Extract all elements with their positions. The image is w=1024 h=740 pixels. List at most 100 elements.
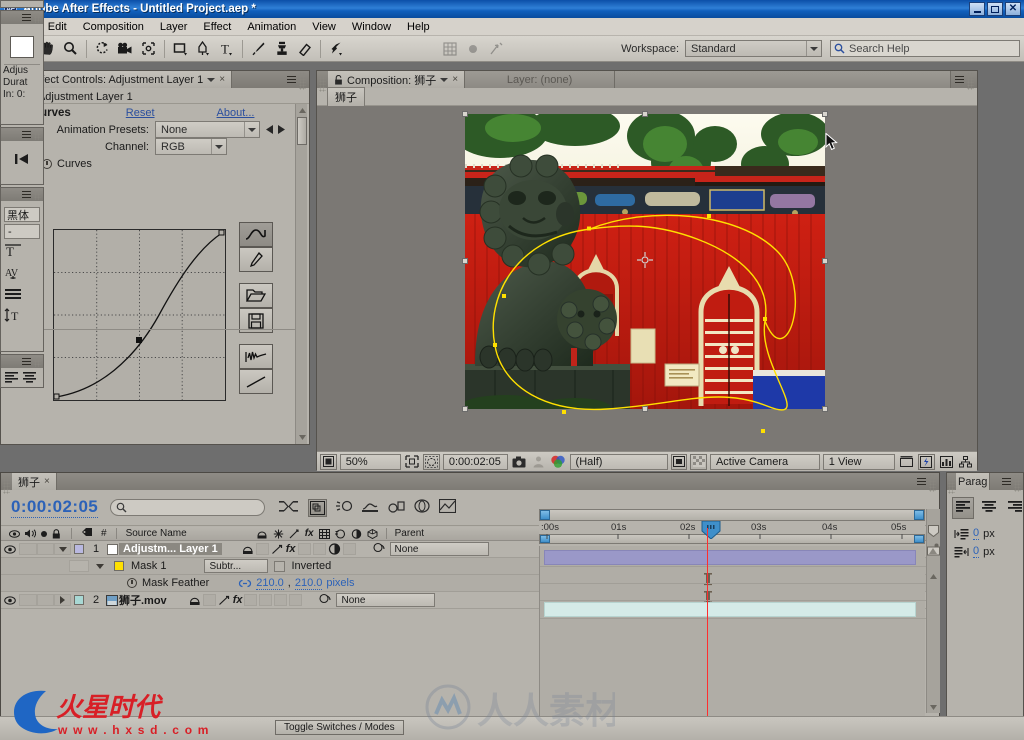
- menu-item-help[interactable]: Help: [399, 20, 438, 34]
- align-right-button[interactable]: [1004, 497, 1024, 519]
- animation-presets-select[interactable]: None: [155, 121, 260, 138]
- close-button[interactable]: ✕: [1005, 2, 1021, 16]
- layer-parent-select[interactable]: None: [336, 593, 436, 607]
- panel-menu-button[interactable]: [286, 75, 296, 84]
- playhead-line[interactable]: [707, 528, 708, 740]
- mask-inverted-checkbox[interactable]: [274, 560, 286, 572]
- graph-editor-icon[interactable]: [362, 499, 379, 516]
- panel-menu-button[interactable]: [954, 75, 964, 84]
- layer-audio-toggle[interactable]: [19, 594, 37, 606]
- toggle-transparency-icon[interactable]: [690, 453, 707, 470]
- menu-item-view[interactable]: View: [304, 20, 344, 34]
- mask-mode-select[interactable]: Subtr...: [204, 559, 269, 573]
- preview-panel-tabbar[interactable]: [1, 11, 43, 24]
- zoom-select[interactable]: 50%: [339, 453, 401, 470]
- toggle-transparency-grid-icon[interactable]: [320, 453, 337, 470]
- shape-tool[interactable]: [169, 38, 192, 59]
- layer-label-color[interactable]: [71, 544, 87, 554]
- parent-pickwhip-icon[interactable]: [318, 593, 332, 607]
- effect-controls-scrollbar[interactable]: [295, 104, 307, 444]
- layer-parent-select[interactable]: None: [389, 542, 489, 556]
- character-panel-tabbar[interactable]: [1, 188, 43, 201]
- panel-menu-button[interactable]: [916, 477, 926, 486]
- layer-solo-toggle[interactable]: [37, 594, 54, 606]
- motion-sketch-icon[interactable]: [927, 543, 940, 556]
- pixel-aspect-correction-icon[interactable]: [898, 454, 915, 470]
- timeline-vertical-scrollbar[interactable]: [926, 509, 940, 713]
- indent-left-value[interactable]: 0: [973, 527, 980, 540]
- layer-lock-toggle[interactable]: [54, 594, 71, 606]
- mask-feather-x[interactable]: 210.0: [256, 577, 284, 590]
- menu-item-edit[interactable]: Edit: [40, 20, 75, 34]
- fast-previews-icon[interactable]: [918, 453, 935, 470]
- close-tab-icon[interactable]: ×: [219, 74, 225, 85]
- menu-item-animation[interactable]: Animation: [239, 20, 304, 34]
- timeline-current-time[interactable]: 0:00:02:05: [11, 497, 99, 518]
- draft-3d-icon[interactable]: [308, 498, 328, 517]
- smooth-curve-button[interactable]: [239, 344, 273, 369]
- paragraph-dock-tabbar[interactable]: [1, 355, 43, 368]
- graph-overlay-icon[interactable]: [439, 498, 457, 516]
- brush-tool[interactable]: [247, 38, 270, 59]
- linear-curve-button[interactable]: [239, 369, 273, 394]
- panel-menu-button[interactable]: [1001, 477, 1011, 486]
- zoom-tool[interactable]: [59, 38, 82, 59]
- font-family-select[interactable]: 黑体: [4, 207, 40, 222]
- mask-feather-stopwatch[interactable]: [127, 578, 142, 588]
- layer-audio-toggle[interactable]: [19, 543, 37, 555]
- comp-marker-icon[interactable]: [928, 525, 940, 537]
- layer-label-color[interactable]: [71, 595, 87, 605]
- pencil-tool-button[interactable]: [239, 247, 273, 272]
- toggle-switches-modes-button[interactable]: Toggle Switches / Modes: [275, 720, 404, 735]
- align-icon[interactable]: [4, 288, 43, 303]
- chevron-down-icon[interactable]: [207, 77, 216, 82]
- brainstorm-icon[interactable]: [387, 499, 405, 516]
- search-help-input[interactable]: Search Help: [830, 40, 1020, 57]
- comp-flowchart-icon[interactable]: [957, 454, 974, 470]
- region-of-interest-icon[interactable]: [404, 454, 421, 470]
- camera-tool[interactable]: [114, 38, 137, 59]
- align-center-icon[interactable]: [22, 371, 37, 383]
- parent-pickwhip-icon[interactable]: [372, 542, 385, 556]
- tab-layer[interactable]: Layer: (none): [465, 71, 616, 88]
- clone-stamp-tool[interactable]: [270, 38, 293, 59]
- tab-timeline-comp[interactable]: 狮子 ×: [12, 473, 57, 490]
- layer-1-duration-bar[interactable]: [544, 550, 916, 565]
- align-left-button[interactable]: [952, 497, 974, 519]
- layer-source-name[interactable]: 狮子.mov: [119, 592, 167, 608]
- minimize-button[interactable]: [969, 2, 985, 16]
- ram-preview-icon[interactable]: [414, 499, 430, 516]
- layer-fx-switch[interactable]: fx: [286, 543, 296, 555]
- tab-effect-controls[interactable]: Effect Controls: Adjustment Layer 1 ×: [12, 71, 233, 88]
- close-tab-icon[interactable]: ×: [452, 74, 458, 85]
- panel-menu-button[interactable]: [21, 357, 31, 366]
- curves-graph[interactable]: [53, 229, 226, 401]
- open-curve-button[interactable]: [239, 283, 273, 308]
- maximize-button[interactable]: [987, 2, 1003, 16]
- chevron-down-icon[interactable]: [440, 77, 449, 82]
- views-select[interactable]: 1 View: [822, 453, 896, 470]
- close-tab-icon[interactable]: ×: [44, 476, 50, 487]
- eraser-tool[interactable]: [293, 38, 316, 59]
- adjustment-layer-switch-icon[interactable]: [328, 543, 341, 555]
- mask-path[interactable]: [317, 106, 977, 451]
- mask-feather-y[interactable]: 210.0: [294, 577, 323, 590]
- timeline-search-input[interactable]: [110, 499, 266, 516]
- live-update-icon[interactable]: [279, 500, 299, 516]
- preset-nav-arrows-icon[interactable]: [265, 124, 287, 135]
- go-to-start-button[interactable]: [1, 141, 43, 177]
- mask-name[interactable]: Mask 1: [127, 560, 166, 572]
- tab-composition[interactable]: Composition: 狮子 ×: [328, 71, 466, 88]
- workspace-select[interactable]: Standard: [685, 40, 822, 57]
- timeline-ruler[interactable]: :00s 01s 02s 03s 04s 05s: [539, 509, 925, 545]
- type-tool[interactable]: T: [215, 38, 238, 59]
- font-style-select[interactable]: -: [4, 224, 40, 239]
- show-snapshot-icon[interactable]: [530, 454, 547, 470]
- camera-select[interactable]: Active Camera: [709, 453, 820, 470]
- playhead-marker[interactable]: [701, 521, 721, 539]
- resolution-select[interactable]: (Half): [569, 453, 668, 470]
- align-left-icon[interactable]: [4, 371, 19, 383]
- audio-panel-tabbar[interactable]: [1, 128, 43, 141]
- pan-behind-tool[interactable]: [137, 38, 160, 59]
- menu-item-effect[interactable]: Effect: [195, 20, 239, 34]
